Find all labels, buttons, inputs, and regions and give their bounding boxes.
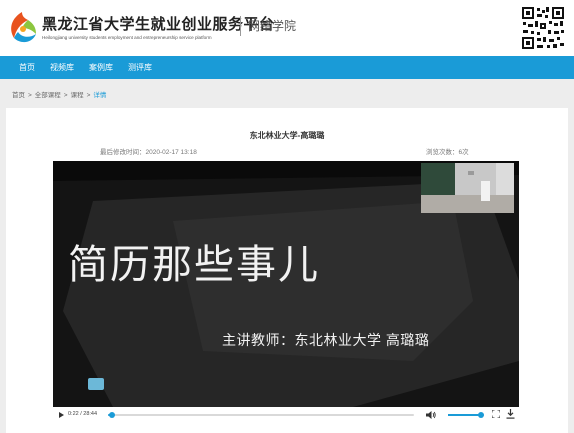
breadcrumb-all-courses[interactable]: 全部课程 [35, 92, 61, 99]
breadcrumb-separator: > [86, 92, 91, 99]
course-title: 东北林业大学-高璐璐 [249, 131, 325, 140]
breadcrumb: 首页 > 全部课程 > 课程 > 详情 [12, 89, 106, 99]
breadcrumb-separator: > [28, 92, 32, 99]
site-subtitle: Heilongjiang university students employm… [42, 35, 212, 40]
nav-item-case-library[interactable]: 案例库 [89, 62, 113, 73]
nav-item-video-library[interactable]: 视频库 [50, 62, 74, 73]
overlay-sticker [88, 378, 104, 390]
site-header: 黑龙江省大学生就业创业服务平台 Heilongjiang university … [0, 0, 574, 56]
nav-item-assessment-library[interactable]: 测评库 [128, 62, 152, 73]
view-count: 浏览次数：6次 [426, 146, 469, 156]
breadcrumb-separator: > [63, 92, 68, 99]
volume-slider[interactable] [448, 412, 485, 418]
breadcrumb-home[interactable]: 首页 [12, 92, 25, 99]
volume-fill [448, 414, 482, 416]
last-modified-value: 2020-02-17 13:18 [145, 149, 197, 156]
last-modified-label: 最后修改时间： [100, 149, 146, 156]
slide-lecturer: 主讲教师：东北林业大学 高璐璐 [222, 332, 430, 348]
breadcrumb-course[interactable]: 课程 [71, 92, 84, 99]
last-modified: 最后修改时间：2020-02-17 13:18 [100, 146, 197, 156]
progress-handle[interactable] [108, 412, 115, 418]
fullscreen-icon[interactable] [492, 410, 500, 418]
main-nav: 首页 视频库 案例库 测评库 [0, 56, 574, 79]
classroom-camera-view [421, 163, 514, 213]
time-display: 0:22 / 28:44 [68, 411, 98, 417]
breadcrumb-current: 详情 [93, 92, 107, 99]
progress-bar[interactable] [108, 412, 414, 418]
slide-title: 简历那些事儿 [68, 242, 320, 288]
nav-item-home[interactable]: 首页 [19, 62, 35, 73]
picture-in-picture-camera [421, 163, 514, 213]
view-count-label: 浏览次数： [426, 149, 459, 156]
header-divider [240, 16, 241, 36]
view-count-value: 6次 [458, 149, 469, 156]
download-icon[interactable] [506, 409, 515, 419]
play-icon[interactable] [59, 412, 64, 418]
qr-code-icon [521, 6, 565, 50]
site-section-tag: 网络学院 [248, 19, 297, 33]
swirl-logo-icon[interactable] [6, 10, 38, 46]
volume-icon[interactable] [426, 410, 436, 420]
